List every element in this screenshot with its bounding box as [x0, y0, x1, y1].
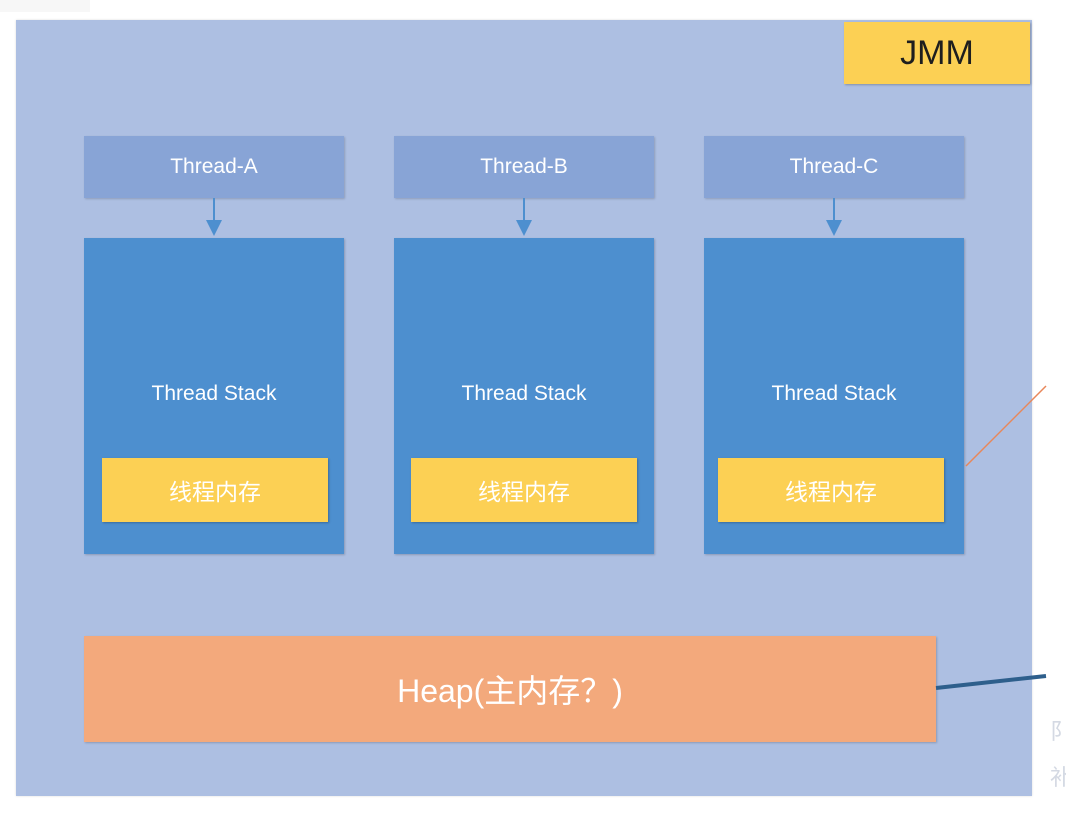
edge-glyph-2: 补 [1050, 765, 1066, 790]
edge-glyph-1: 阝 [1050, 719, 1066, 744]
arrow-thread-c [826, 198, 842, 236]
connectors-layer [206, 198, 1047, 690]
stack-connector-line [965, 385, 1047, 467]
heap-connector-line [935, 674, 1047, 690]
arrow-thread-a [206, 198, 222, 236]
arrow-thread-b [516, 198, 532, 236]
